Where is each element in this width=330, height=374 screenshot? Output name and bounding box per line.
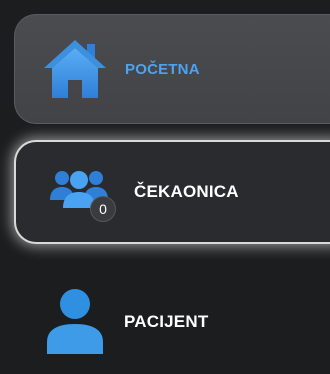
nav-item-cekaonica[interactable]: 0 ČEKAONICA	[14, 140, 330, 244]
home-icon	[44, 40, 106, 98]
group-icon-wrap: 0	[38, 168, 120, 222]
nav-label-cekaonica: ČEKAONICA	[134, 182, 239, 201]
user-icon	[47, 289, 103, 354]
waiting-count-badge: 0	[90, 196, 116, 222]
nav-label-pocetna: POČETNA	[125, 60, 200, 78]
user-icon-wrap	[40, 288, 110, 356]
sidebar-nav: POČETNA 0 ČEKAONICA PACIJENT	[0, 0, 330, 374]
nav-item-pacijent[interactable]: PACIJENT	[14, 270, 330, 374]
nav-label-pacijent: PACIJENT	[124, 312, 209, 331]
nav-item-pocetna[interactable]: POČETNA	[14, 14, 330, 124]
home-icon-wrap	[39, 38, 111, 100]
